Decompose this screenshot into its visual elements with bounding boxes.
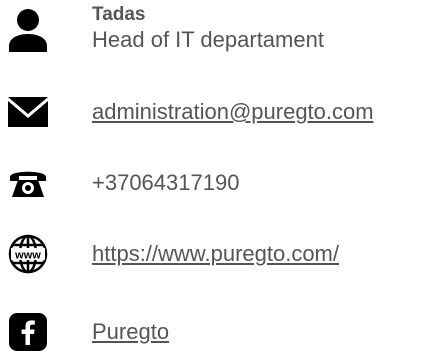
contact-email-row: administration@puregto.com <box>0 90 429 134</box>
svg-text:www: www <box>14 250 41 262</box>
contact-person-row: Tadas Head of IT departament <box>0 0 429 74</box>
contact-title: Head of IT departament <box>92 27 324 52</box>
person-icon <box>6 8 50 52</box>
facebook-icon <box>6 310 50 354</box>
facebook-link[interactable]: Puregto <box>92 319 169 344</box>
telephone-icon <box>6 161 50 205</box>
envelope-icon <box>6 90 50 134</box>
contact-phone-row: +37064317190 <box>0 161 429 205</box>
contact-facebook-row: Puregto <box>0 310 429 354</box>
contact-name: Tadas <box>92 4 146 25</box>
website-link[interactable]: https://www.puregto.com/ <box>92 241 339 266</box>
email-link[interactable]: administration@puregto.com <box>92 99 374 124</box>
phone-number: +37064317190 <box>92 170 240 195</box>
contact-website-row: www https://www.puregto.com/ <box>0 232 429 276</box>
www-globe-icon: www <box>6 232 50 276</box>
